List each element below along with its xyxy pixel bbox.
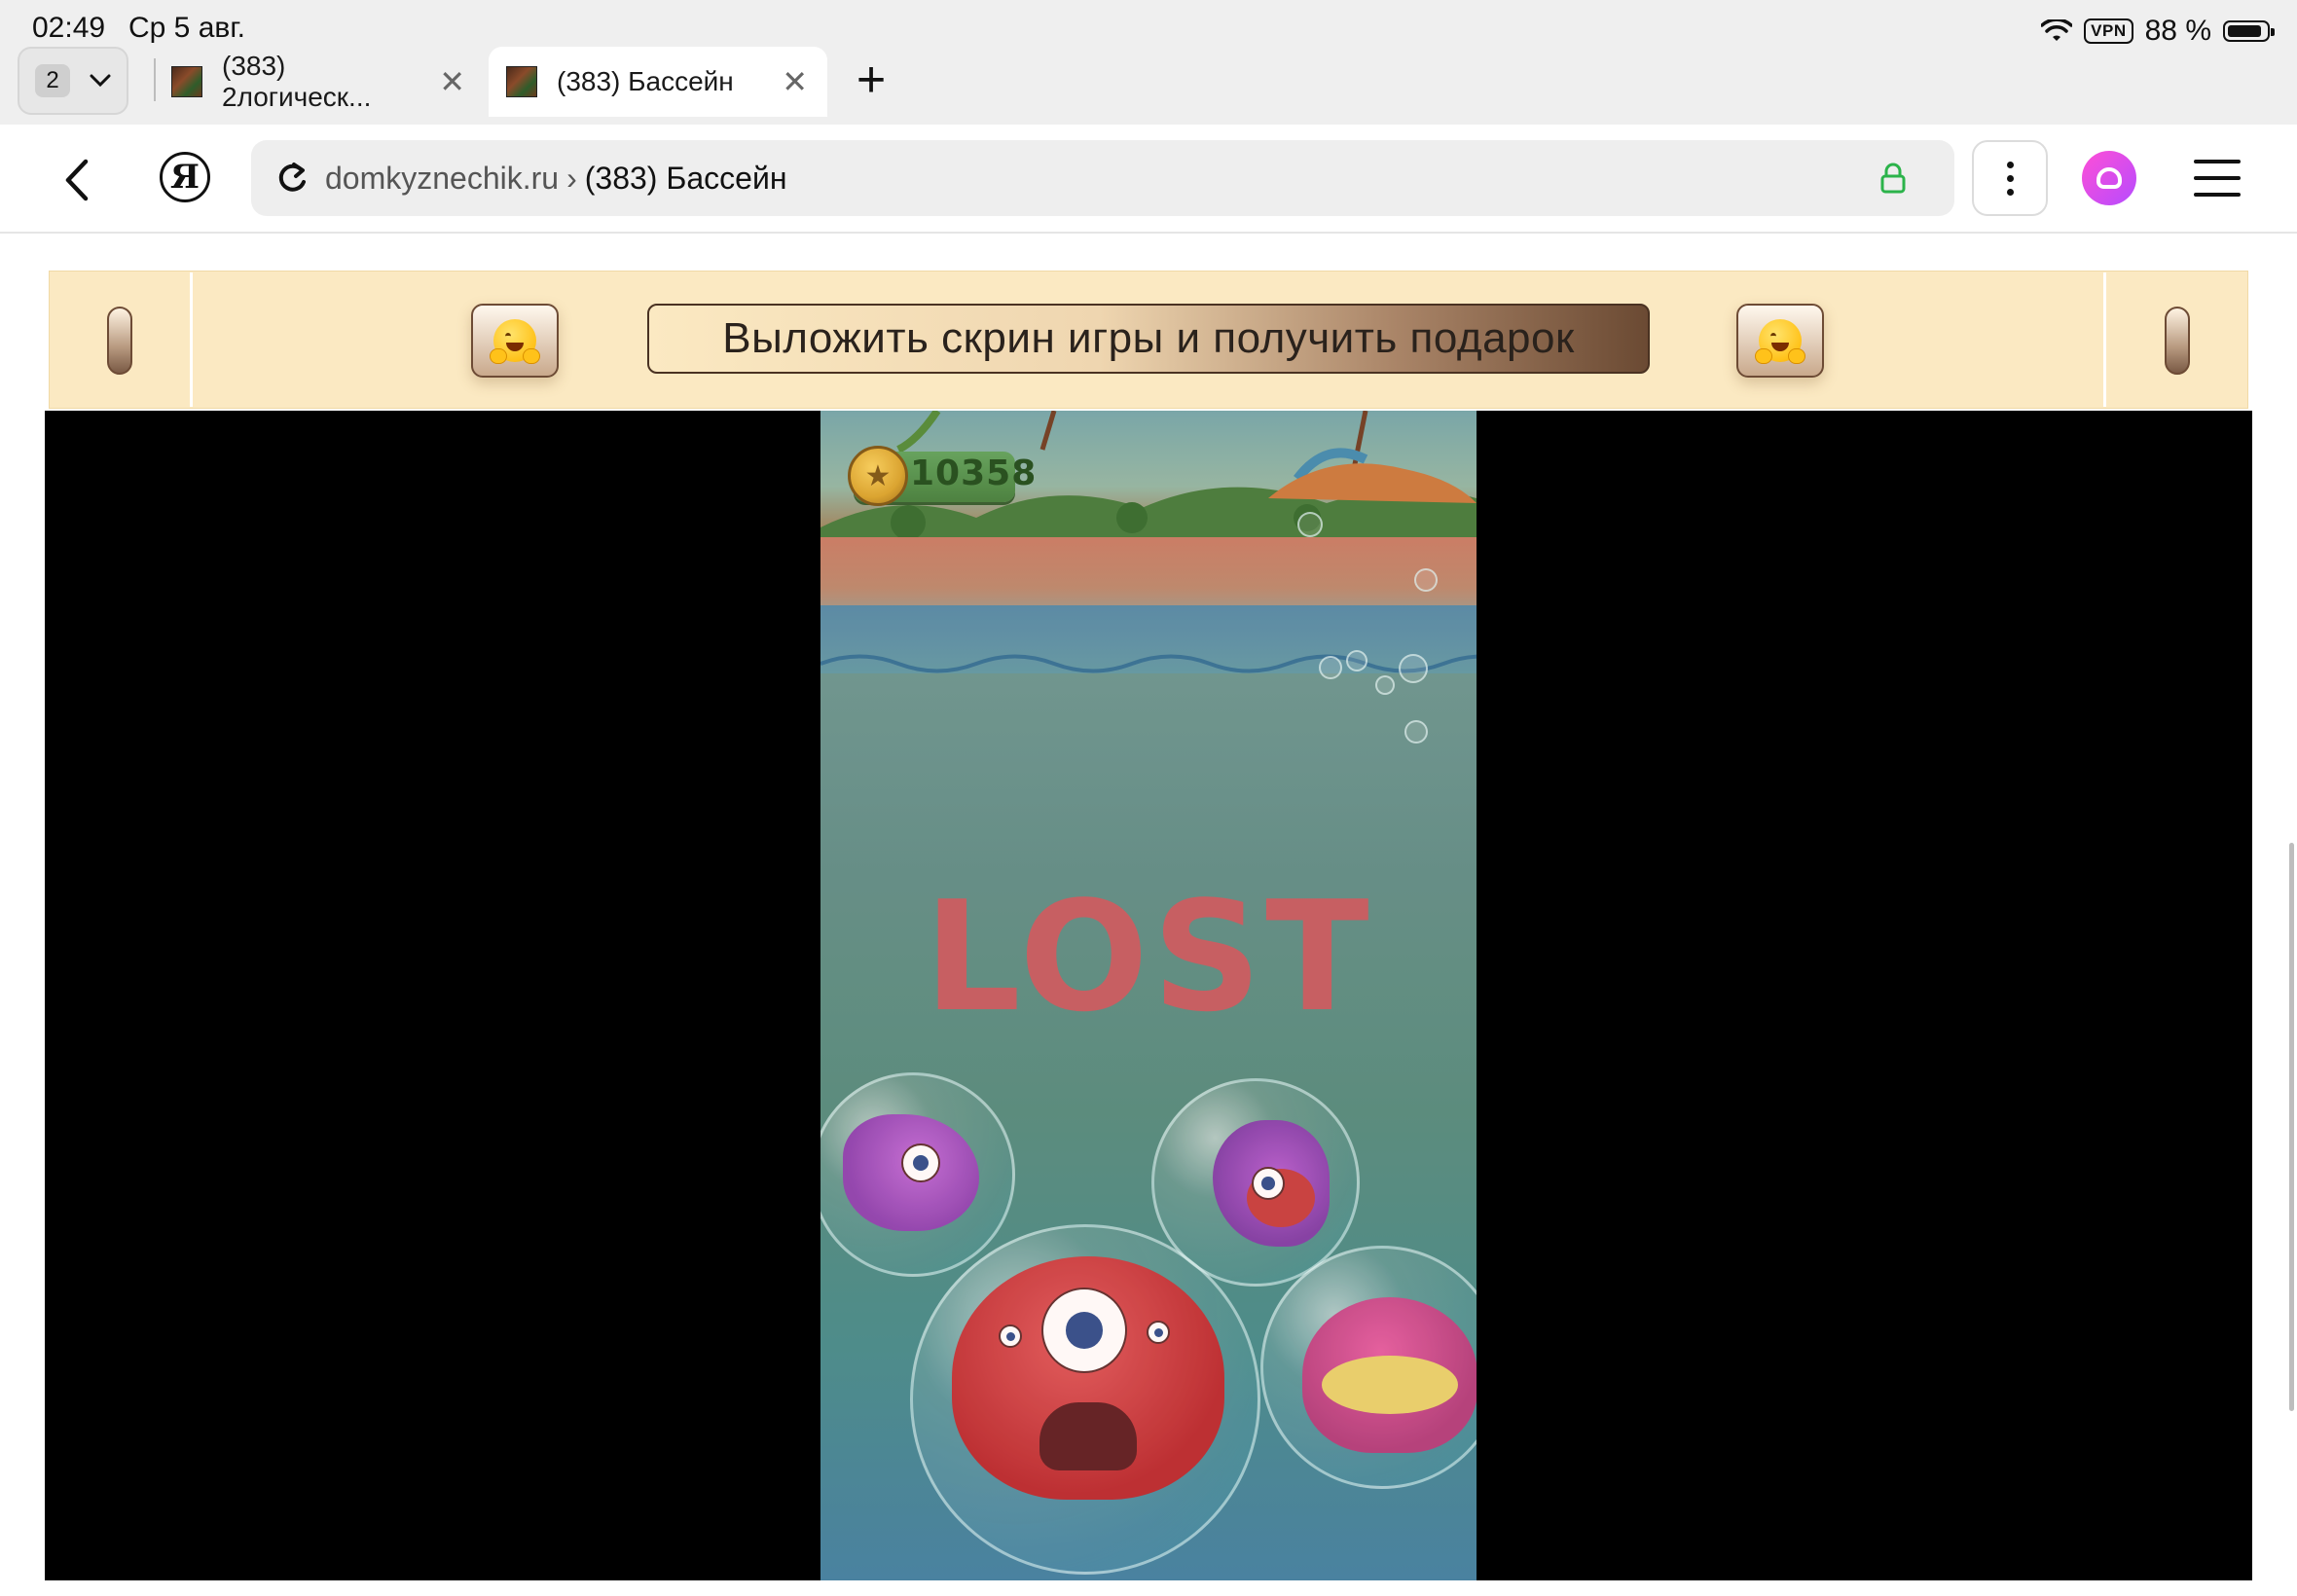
coin-count: 10358	[910, 453, 1038, 493]
banner-divider	[190, 272, 193, 407]
bubble-small	[1346, 650, 1367, 671]
bubble-small	[1375, 675, 1395, 695]
monster-eye	[1252, 1167, 1285, 1200]
site-favicon-icon	[171, 66, 202, 97]
hugging-emoji-button[interactable]	[471, 304, 559, 378]
tab-divider	[154, 58, 156, 101]
banner-pill-decoration	[107, 307, 132, 375]
battery-icon	[2223, 20, 2275, 42]
bubble-small	[1297, 512, 1323, 537]
alice-assistant-button[interactable]	[2082, 151, 2136, 205]
yandex-home-button[interactable]: Я	[160, 152, 210, 202]
tab-title: (383) 2логическ...	[222, 51, 372, 112]
monster-bubble-red[interactable]	[910, 1224, 1260, 1575]
close-icon[interactable]: ✕	[782, 63, 808, 100]
share-screenshot-button[interactable]: Выложить скрин игры и получить подарок	[647, 304, 1650, 374]
page-scrollbar[interactable]	[2289, 843, 2294, 1411]
tab-title: (383) Бассейн	[557, 66, 734, 96]
game-over-lost-text: LOST	[924, 868, 1373, 1045]
monster-eye	[1041, 1288, 1127, 1373]
url-separator: ›	[566, 160, 577, 196]
bubble-small	[1399, 654, 1428, 683]
vpn-badge: VPN	[2084, 18, 2133, 44]
status-date: Ср 5 авг.	[128, 12, 245, 44]
tab-count: 2	[35, 64, 70, 97]
monster-mouth	[1039, 1402, 1137, 1470]
hamburger-menu-icon[interactable]	[2194, 160, 2241, 197]
chevron-down-icon	[90, 74, 111, 88]
dot-icon	[2006, 188, 2014, 196]
monster-eye	[901, 1143, 940, 1182]
reload-icon[interactable]	[273, 159, 311, 198]
banner-divider	[2103, 272, 2106, 407]
bubble-small	[1404, 720, 1428, 744]
battery-percent: 88 %	[2144, 15, 2211, 47]
hugging-face-icon	[490, 319, 540, 364]
bubble-small	[1319, 656, 1342, 679]
back-arrow-icon[interactable]	[55, 156, 103, 204]
bubble-small	[1414, 568, 1438, 592]
monster-eye	[999, 1324, 1022, 1348]
hugging-face-icon	[1755, 319, 1805, 364]
address-bar[interactable]: domkyznechik.ru › (383) Бассейн	[251, 140, 1954, 216]
tab-logic-games[interactable]: (383) 2логическ... ✕	[164, 47, 485, 117]
more-menu-button[interactable]	[1972, 140, 2048, 216]
dot-icon	[2006, 174, 2014, 182]
game-canvas[interactable]: ★ 10358 LOST	[820, 411, 1477, 1580]
banner-pill-decoration	[2165, 307, 2190, 375]
url-page-title: (383) Бассейн	[584, 160, 787, 196]
status-indicators: VPN 88 %	[2041, 12, 2275, 51]
hugging-emoji-button[interactable]	[1736, 304, 1824, 378]
wifi-icon	[2041, 19, 2073, 41]
monster-bubble-pink[interactable]	[1260, 1246, 1477, 1489]
lock-icon[interactable]	[1880, 163, 1906, 194]
url-domain: domkyznechik.ru	[325, 160, 560, 196]
status-time: 02:49	[32, 12, 106, 44]
site-favicon-icon	[506, 66, 537, 97]
monster-bubble-purple[interactable]	[820, 1072, 1015, 1277]
tab-switcher-button[interactable]: 2	[18, 47, 128, 115]
monster-belly	[1322, 1356, 1458, 1414]
close-icon[interactable]: ✕	[439, 63, 465, 100]
dot-icon	[2006, 161, 2014, 168]
star-coin-icon: ★	[848, 446, 908, 506]
monster-eye	[1147, 1321, 1170, 1344]
tab-pool-active[interactable]: (383) Бассейн ✕	[489, 47, 827, 117]
new-tab-button[interactable]: +	[847, 51, 895, 109]
